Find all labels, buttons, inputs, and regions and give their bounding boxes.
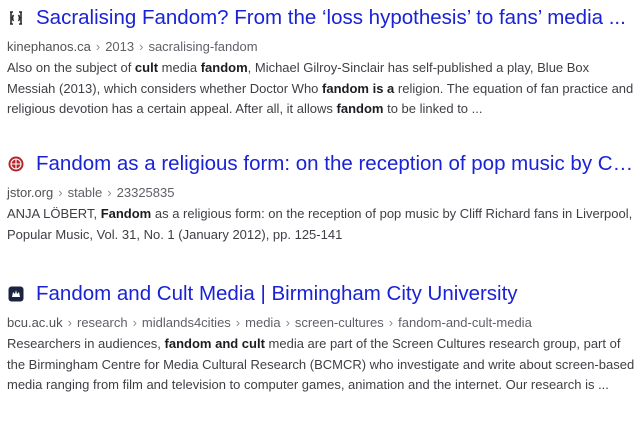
breadcrumb-separator: › (132, 315, 137, 330)
bcu-icon (7, 285, 25, 303)
breadcrumb-separator: › (107, 185, 112, 200)
result-url: jstor.org › stable › 23325835 (7, 185, 635, 200)
result-snippet: Researchers in audiences, fandom and cul… (7, 334, 635, 396)
result-title-link[interactable]: Fandom as a religious form: on the recep… (36, 152, 634, 176)
snippet-highlight: fandom (336, 101, 384, 116)
snippet-text: Also on the subject of (7, 60, 135, 75)
kinephanos-icon (7, 9, 25, 27)
snippet-highlight: Fandom (100, 206, 152, 221)
result-path-segment: sacralising-fandom (148, 39, 258, 54)
result-domain: bcu.ac.uk (7, 315, 63, 330)
breadcrumb-separator: › (67, 315, 72, 330)
snippet-text: Researchers in audiences, (7, 336, 165, 351)
result-domain: kinephanos.ca (7, 39, 91, 54)
result-path-segment: stable (67, 185, 103, 200)
breadcrumb-separator: › (58, 185, 63, 200)
snippet-highlight: fandom is a (322, 80, 395, 96)
snippet-text: ANJA LÖBERT, (7, 206, 101, 221)
jstor-icon (7, 155, 25, 173)
result-title-link[interactable]: Fandom and Cult Media | Birmingham City … (36, 282, 518, 306)
search-result: Fandom and Cult Media | Birmingham City … (7, 279, 635, 396)
search-result: Fandom as a religious form: on the recep… (7, 149, 635, 245)
breadcrumb-separator: › (285, 315, 290, 330)
result-title-link[interactable]: Sacralising Fandom? From the ‘loss hypot… (36, 6, 626, 30)
breadcrumb-separator: › (235, 315, 241, 330)
search-result: Sacralising Fandom? From the ‘loss hypot… (7, 3, 635, 120)
result-path-segment: 23325835 (116, 185, 175, 200)
result-snippet: Also on the subject of cult media fandom… (7, 58, 635, 120)
result-path-segment: 2013 (105, 39, 135, 54)
result-title-row: Sacralising Fandom? From the ‘loss hypot… (7, 3, 635, 33)
result-title-row: Fandom and Cult Media | Birmingham City … (7, 279, 635, 309)
result-snippet: ANJA LÖBERT, Fandom as a religious form:… (7, 204, 635, 245)
breadcrumb-separator: › (95, 39, 101, 54)
breadcrumb-separator: › (139, 39, 144, 54)
result-url: kinephanos.ca › 2013 › sacralising-fando… (7, 39, 635, 54)
result-url: bcu.ac.uk › research › midlands4cities ›… (7, 315, 635, 330)
result-path-segment: fandom-and-cult-media (398, 315, 532, 330)
snippet-highlight: fandom (200, 60, 248, 75)
result-path-segment: research (77, 315, 128, 330)
snippet-text: to be linked to ... (383, 101, 483, 116)
result-path-segment: media (245, 315, 281, 330)
result-path-segment: midlands4cities (141, 315, 231, 330)
snippet-text: media (158, 60, 201, 75)
result-path-segment: screen-cultures (294, 315, 384, 330)
snippet-highlight: fandom and cult (164, 336, 265, 351)
snippet-highlight: cult (134, 60, 159, 75)
result-title-row: Fandom as a religious form: on the recep… (7, 149, 635, 179)
result-domain: jstor.org (7, 185, 54, 200)
breadcrumb-separator: › (388, 315, 394, 330)
